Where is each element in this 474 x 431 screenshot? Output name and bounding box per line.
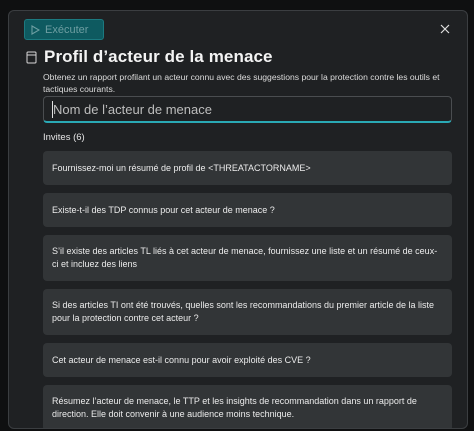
prompt-item[interactable]: Résumez l’acteur de menace, le TTP et le… xyxy=(43,385,452,428)
prompt-item[interactable]: Existe-t-il des TDP connus pour cet acte… xyxy=(43,193,452,227)
run-button[interactable]: Exécuter xyxy=(24,19,104,40)
document-icon xyxy=(26,51,37,63)
prompt-text: Si des articles TI ont été trouvés, quel… xyxy=(52,300,435,323)
prompt-text: S’il existe des articles TL liés à cet a… xyxy=(52,246,438,269)
run-button-label: Exécuter xyxy=(45,23,89,36)
prompts-count-label: Invites (6) xyxy=(43,132,85,143)
page-title: Profil d’acteur de la menace xyxy=(44,47,273,66)
threat-actor-profile-dialog: Exécuter Profil d’acteur de la menace Ob… xyxy=(8,10,468,429)
prompt-item[interactable]: Fournissez-moi un résumé de profil de <T… xyxy=(43,151,452,185)
play-icon xyxy=(31,24,40,35)
prompt-text: Fournissez-moi un résumé de profil de <T… xyxy=(52,162,311,173)
prompt-item[interactable]: Cet acteur de menace est-il connu pour a… xyxy=(43,343,452,377)
prompt-text: Cet acteur de menace est-il connu pour a… xyxy=(52,354,311,365)
text-caret xyxy=(52,101,53,118)
prompt-text: Existe-t-il des TDP connus pour cet acte… xyxy=(52,204,275,215)
prompt-item[interactable]: S’il existe des articles TL liés à cet a… xyxy=(43,235,452,281)
threat-actor-name-input[interactable] xyxy=(43,96,452,123)
close-button[interactable] xyxy=(437,21,453,37)
close-icon xyxy=(440,24,450,34)
prompt-item[interactable]: Si des articles TI ont été trouvés, quel… xyxy=(43,289,452,335)
prompt-text: Résumez l’acteur de menace, le TTP et le… xyxy=(52,396,417,419)
page-description: Obtenez un rapport profilant un acteur c… xyxy=(43,72,440,94)
header: Profil d’acteur de la menace xyxy=(26,47,273,67)
